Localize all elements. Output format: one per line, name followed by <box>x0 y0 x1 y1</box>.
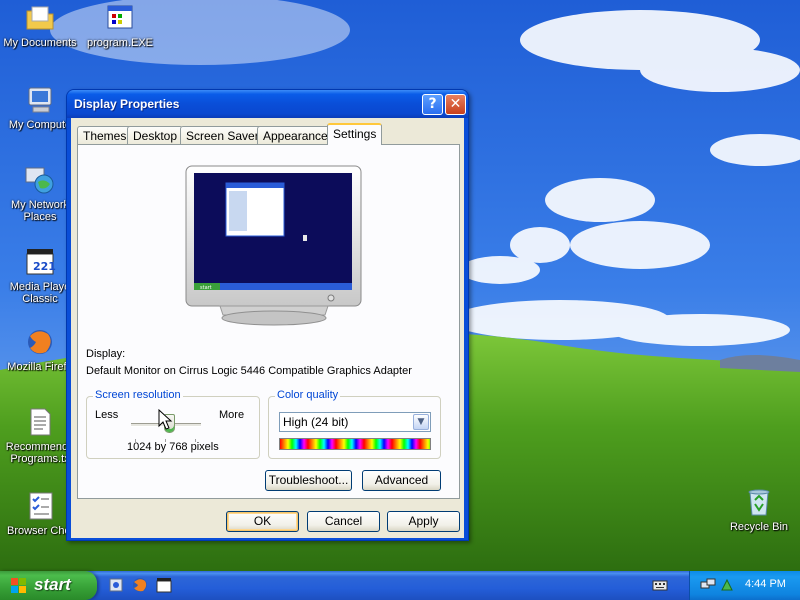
keyboard-language-icon[interactable] <box>652 578 668 592</box>
chevron-down-icon[interactable]: ▼ <box>413 414 429 430</box>
svg-text:221: 221 <box>33 260 56 273</box>
computer-icon <box>24 84 56 116</box>
start-label: start <box>34 575 71 594</box>
media-player-icon: 221 <box>24 246 56 278</box>
troubleshoot-button[interactable]: Troubleshoot... <box>265 470 352 491</box>
dialog-client-area: Themes Desktop Screen Saver Appearance S… <box>71 118 464 538</box>
network-globe-icon <box>24 164 56 196</box>
recycle-bin-icon <box>743 486 775 518</box>
safely-remove-hardware-icon[interactable] <box>719 577 735 593</box>
clock[interactable]: 4:44 PM <box>745 578 786 590</box>
desktop-icon-recycle-bin[interactable]: Recycle Bin <box>719 486 799 533</box>
program-window-icon <box>104 2 136 34</box>
tab-desktop[interactable]: Desktop <box>127 126 184 145</box>
desktop-icon-label: My Documents <box>3 37 77 49</box>
tab-appearance[interactable]: Appearance <box>257 126 334 145</box>
monitor-preview: start <box>185 165 363 327</box>
desktop-icon-label: Recycle Bin <box>729 521 789 533</box>
desktop-icon-label: program.EXE <box>86 37 154 49</box>
mouse-pointer-icon <box>158 408 174 431</box>
desktop-icon-my-documents[interactable]: My Documents <box>0 2 80 49</box>
title-bar[interactable]: Display Properties ? ✕ <box>67 90 468 118</box>
display-properties-window: Display Properties ? ✕ Themes Desktop Sc… <box>66 89 469 541</box>
cancel-button[interactable]: Cancel <box>307 511 380 532</box>
tab-screen-saver[interactable]: Screen Saver <box>180 126 265 145</box>
quick-launch-firefox-icon[interactable] <box>132 577 148 593</box>
resolution-more-label: More <box>219 409 245 421</box>
advanced-button[interactable]: Advanced <box>362 470 441 491</box>
resolution-value: 1024 by 768 pixels <box>127 441 219 453</box>
folder-icon <box>24 2 56 34</box>
display-adapter-name: Default Monitor on Cirrus Logic 5446 Com… <box>86 365 412 377</box>
window-title: Display Properties <box>74 97 180 111</box>
color-quality-legend: Color quality <box>275 389 341 401</box>
firefox-icon <box>24 326 56 358</box>
preview-start-label: start <box>200 285 212 291</box>
quick-launch-settings-icon[interactable] <box>108 577 124 593</box>
settings-tab-panel: start Display: Default Monitor on Cirrus… <box>77 144 460 499</box>
color-quality-select[interactable]: High (24 bit) ▼ <box>279 412 431 432</box>
help-button[interactable]: ? <box>422 94 443 115</box>
close-button[interactable]: ✕ <box>445 94 466 115</box>
ok-button[interactable]: OK <box>226 511 299 532</box>
taskbar: start 4:44 PM <box>0 571 800 600</box>
resolution-less-label: Less <box>95 409 119 421</box>
quick-launch-media-player-icon[interactable] <box>156 577 172 593</box>
text-document-icon <box>24 406 56 438</box>
color-quality-preview-bar <box>279 438 431 450</box>
screen-resolution-legend: Screen resolution <box>93 389 183 401</box>
windows-flag-icon <box>10 577 28 595</box>
start-button[interactable]: start <box>0 571 97 600</box>
desktop-icon-program-exe[interactable]: program.EXE <box>80 2 160 49</box>
color-quality-value: High (24 bit) <box>283 415 349 429</box>
color-quality-group: Color quality High (24 bit) ▼ <box>268 389 441 459</box>
tab-themes[interactable]: Themes <box>77 126 133 145</box>
checklist-icon <box>24 490 56 522</box>
network-tray-icon[interactable] <box>700 577 716 593</box>
tab-settings[interactable]: Settings <box>327 123 383 145</box>
apply-button[interactable]: Apply <box>387 511 460 532</box>
display-label: Display: <box>86 348 126 360</box>
system-tray: 4:44 PM <box>689 571 800 600</box>
